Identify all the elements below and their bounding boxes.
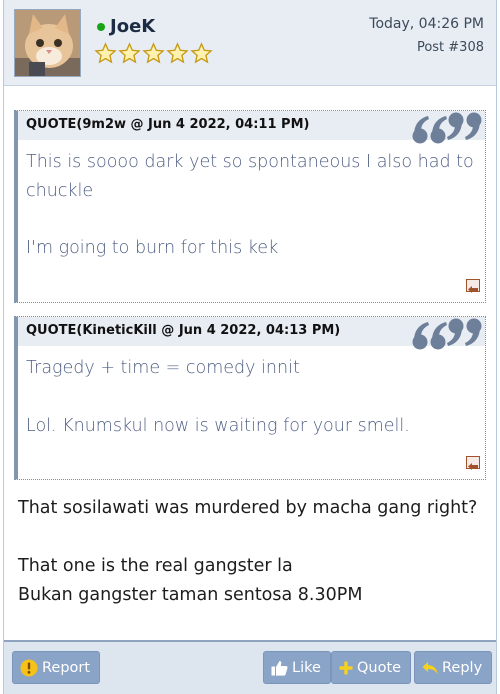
- quote-marks-icon: [412, 318, 482, 350]
- quote-blank-line: [26, 205, 477, 234]
- goto-original-post-icon[interactable]: [466, 456, 480, 470]
- message-line: Bukan gangster taman sentosa 8.30PM: [18, 585, 363, 605]
- quote-line: Lol. Knumskul now is waiting for your sm…: [26, 415, 410, 436]
- username[interactable]: JoeK: [110, 16, 155, 37]
- star-icon: [190, 42, 213, 64]
- quote-line: I'm going to burn for this kek: [26, 238, 279, 258]
- quote-button[interactable]: Quote: [331, 651, 412, 684]
- report-label: Report: [42, 659, 91, 676]
- message-line: That sosilawati was murdered by macha ga…: [18, 498, 478, 518]
- quote-body: Tragedy + time = comedy innit Lol. Knums…: [18, 346, 485, 440]
- quote-line: chuckle: [26, 180, 94, 201]
- quote-block: QUOTE(KineticKill @ Jun 4 2022, 04:13 PM…: [14, 316, 486, 480]
- online-status-dot: [97, 23, 105, 31]
- star-icon: [142, 42, 165, 64]
- goto-original-post-icon[interactable]: [466, 279, 480, 293]
- avatar-cat-image: [15, 10, 80, 76]
- quote-line: This is soooo dark yet so spontaneous I …: [26, 152, 474, 172]
- quote-line: Tragedy + time = comedy innit: [26, 358, 300, 378]
- quote-blank-line: [26, 383, 477, 412]
- quote-header-text: QUOTE(9m2w @ Jun 4 2022, 04:11 PM): [26, 117, 310, 132]
- quote-body: This is soooo dark yet so spontaneous I …: [18, 140, 485, 263]
- like-label: Like: [292, 659, 321, 676]
- avatar[interactable]: [14, 9, 81, 77]
- warning-icon: [20, 659, 38, 676]
- quote-header-text: QUOTE(KineticKill @ Jun 4 2022, 04:13 PM…: [26, 323, 341, 338]
- message-line: That one is the real gangster la: [18, 556, 293, 576]
- star-icon: [118, 42, 141, 64]
- star-icon: [166, 42, 189, 64]
- reply-arrow-icon: [422, 661, 438, 674]
- reply-button[interactable]: Reply: [414, 651, 493, 684]
- forum-post: JoeK Today, 04:26 PM Post #308 QUOTE(9m2…: [3, 0, 497, 694]
- post-number-link[interactable]: Post #308: [417, 40, 484, 55]
- plus-icon: [339, 661, 353, 674]
- quote-header: QUOTE(KineticKill @ Jun 4 2022, 04:13 PM…: [18, 317, 485, 350]
- quote-label: Quote: [357, 659, 402, 676]
- report-button[interactable]: Report: [12, 651, 101, 684]
- quote-header: QUOTE(9m2w @ Jun 4 2022, 04:11 PM): [18, 111, 485, 144]
- star-icon: [94, 42, 117, 64]
- reply-label: Reply: [442, 659, 483, 676]
- post-header: JoeK Today, 04:26 PM Post #308: [4, 0, 496, 86]
- like-button[interactable]: Like: [263, 651, 331, 684]
- post-message: That sosilawati was murdered by macha ga…: [18, 494, 488, 610]
- quote-marks-icon: [412, 112, 482, 144]
- post-date: Today, 04:26 PM: [369, 16, 484, 32]
- post-footer: Report Like Quote Reply: [4, 640, 496, 694]
- thumbs-up-icon: [271, 660, 288, 676]
- quote-block: QUOTE(9m2w @ Jun 4 2022, 04:11 PM) This …: [14, 110, 486, 303]
- rating-stars: [94, 42, 213, 66]
